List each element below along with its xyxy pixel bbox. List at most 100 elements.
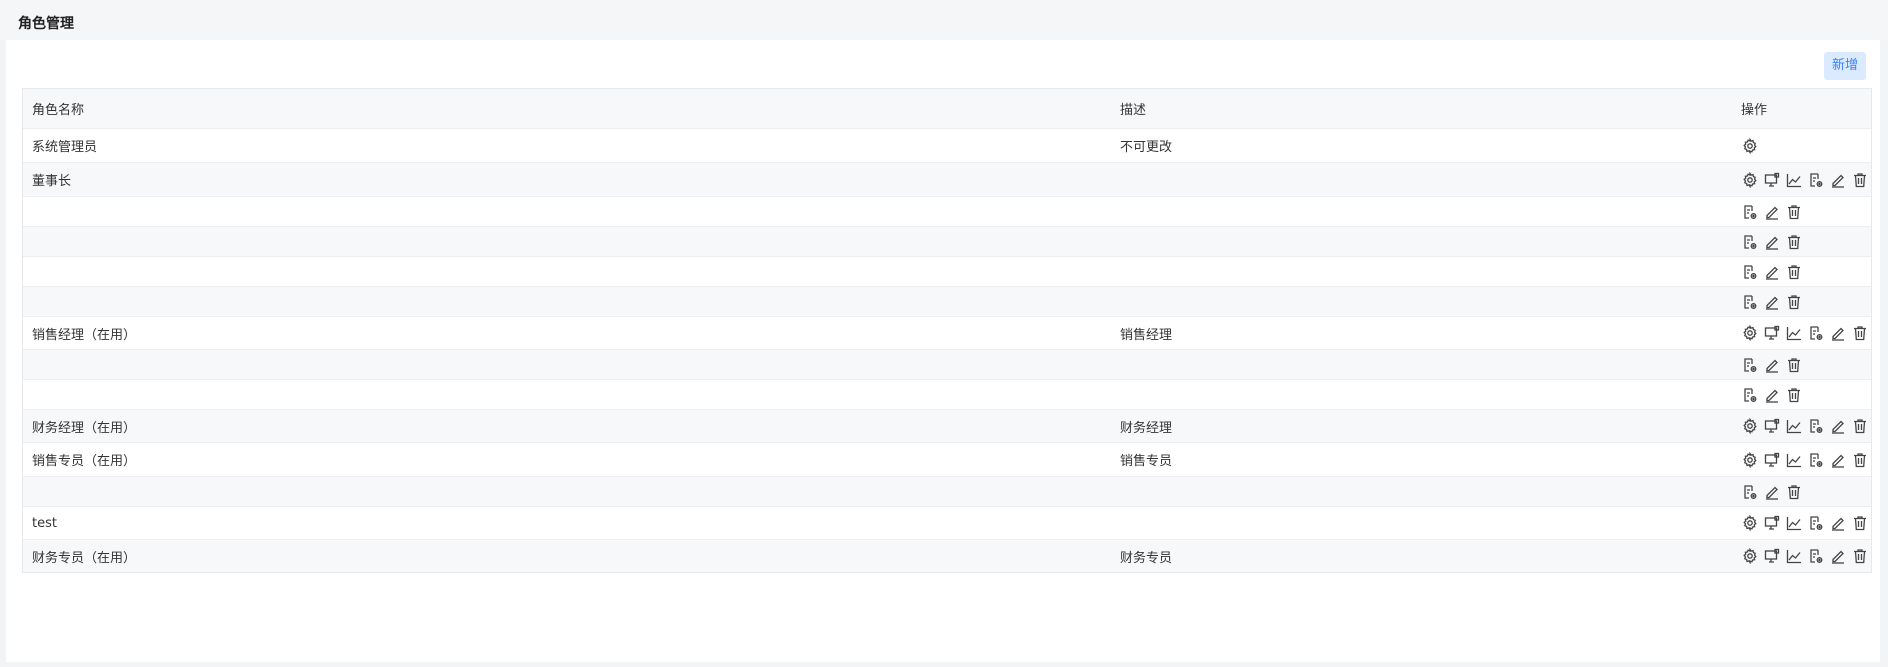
action-icons [1741, 233, 1803, 251]
role-name-cell [32, 477, 1102, 506]
gear-icon[interactable] [1741, 451, 1759, 469]
monitor-icon[interactable] [1763, 451, 1781, 469]
page-header: 角色管理 [0, 0, 1888, 40]
line-chart-icon[interactable] [1785, 324, 1803, 342]
table-body: 系统管理员 不可更改 董事长 销售经理（在用） 销售经理 财务经理（在用） 财务经理 销售专员… [23, 129, 1871, 572]
edit-icon[interactable] [1829, 451, 1847, 469]
role-description-cell [1120, 380, 1720, 409]
gear-icon[interactable] [1741, 514, 1759, 532]
table-row: 财务专员（在用） 财务专员 [23, 540, 1871, 572]
table-row: 系统管理员 不可更改 [23, 129, 1871, 163]
action-icons [1741, 514, 1869, 532]
doc-view-icon[interactable] [1807, 547, 1825, 565]
role-name-cell [32, 197, 1102, 226]
edit-icon[interactable] [1763, 233, 1781, 251]
doc-view-icon[interactable] [1807, 417, 1825, 435]
delete-icon[interactable] [1785, 233, 1803, 251]
gear-icon[interactable] [1741, 137, 1759, 155]
doc-view-icon[interactable] [1807, 324, 1825, 342]
edit-icon[interactable] [1763, 293, 1781, 311]
line-chart-icon[interactable] [1785, 417, 1803, 435]
role-description-cell [1120, 507, 1720, 539]
monitor-icon[interactable] [1763, 417, 1781, 435]
delete-icon[interactable] [1785, 356, 1803, 374]
doc-view-icon[interactable] [1807, 451, 1825, 469]
edit-icon[interactable] [1829, 324, 1847, 342]
table-row: 财务经理（在用） 财务经理 [23, 410, 1871, 443]
delete-icon[interactable] [1785, 483, 1803, 501]
doc-view-icon[interactable] [1741, 203, 1759, 221]
role-name-cell [32, 287, 1102, 316]
gear-icon[interactable] [1741, 171, 1759, 189]
action-icons [1741, 451, 1869, 469]
actions-cell [1741, 443, 1871, 476]
doc-view-icon[interactable] [1807, 171, 1825, 189]
doc-view-icon[interactable] [1741, 293, 1759, 311]
delete-icon[interactable] [1785, 293, 1803, 311]
monitor-icon[interactable] [1763, 324, 1781, 342]
doc-view-icon[interactable] [1807, 514, 1825, 532]
edit-icon[interactable] [1763, 386, 1781, 404]
doc-view-icon[interactable] [1741, 386, 1759, 404]
role-description-cell [1120, 257, 1720, 286]
monitor-icon[interactable] [1763, 171, 1781, 189]
column-header-actions: 操作 [1741, 103, 1768, 118]
line-chart-icon[interactable] [1785, 171, 1803, 189]
line-chart-icon[interactable] [1785, 514, 1803, 532]
doc-view-icon[interactable] [1741, 483, 1759, 501]
role-description-cell [1120, 477, 1720, 506]
actions-cell [1741, 227, 1871, 256]
role-description-cell [1120, 350, 1720, 379]
doc-view-icon[interactable] [1741, 263, 1759, 281]
delete-icon[interactable] [1785, 386, 1803, 404]
role-description-cell: 财务专员 [1120, 550, 1173, 566]
edit-icon[interactable] [1763, 356, 1781, 374]
delete-icon[interactable] [1851, 417, 1869, 435]
action-icons [1741, 417, 1869, 435]
add-button[interactable]: 新增 [1823, 52, 1866, 80]
doc-view-icon[interactable] [1741, 356, 1759, 374]
edit-icon[interactable] [1763, 483, 1781, 501]
actions-cell [1741, 477, 1871, 506]
table-row [23, 257, 1871, 287]
delete-icon[interactable] [1851, 451, 1869, 469]
delete-icon[interactable] [1851, 514, 1869, 532]
role-description-cell [1120, 197, 1720, 226]
gear-icon[interactable] [1741, 324, 1759, 342]
action-icons [1741, 483, 1803, 501]
table-row [23, 197, 1871, 227]
edit-icon[interactable] [1829, 171, 1847, 189]
delete-icon[interactable] [1851, 171, 1869, 189]
role-name-cell: 销售专员（在用） [32, 454, 137, 469]
delete-icon[interactable] [1851, 324, 1869, 342]
edit-icon[interactable] [1829, 547, 1847, 565]
role-name-cell [32, 350, 1102, 379]
table-row [23, 477, 1871, 507]
page-title: 角色管理 [18, 16, 74, 32]
delete-icon[interactable] [1785, 203, 1803, 221]
actions-cell [1741, 197, 1871, 226]
gear-icon[interactable] [1741, 417, 1759, 435]
actions-cell [1741, 540, 1871, 572]
gear-icon[interactable] [1741, 547, 1759, 565]
actions-cell [1741, 507, 1871, 539]
delete-icon[interactable] [1851, 547, 1869, 565]
actions-cell [1741, 410, 1871, 442]
monitor-icon[interactable] [1763, 514, 1781, 532]
role-name-cell: 销售经理（在用） [32, 327, 137, 343]
delete-icon[interactable] [1785, 263, 1803, 281]
role-description-cell: 销售经理 [1120, 327, 1173, 343]
line-chart-icon[interactable] [1785, 547, 1803, 565]
action-icons [1741, 263, 1803, 281]
edit-icon[interactable] [1763, 203, 1781, 221]
edit-icon[interactable] [1829, 514, 1847, 532]
line-chart-icon[interactable] [1785, 451, 1803, 469]
edit-icon[interactable] [1829, 417, 1847, 435]
table-row [23, 350, 1871, 380]
role-name-cell: 系统管理员 [32, 140, 98, 155]
edit-icon[interactable] [1763, 263, 1781, 281]
table-row: test [23, 507, 1871, 540]
role-name-cell [32, 227, 1102, 256]
doc-view-icon[interactable] [1741, 233, 1759, 251]
monitor-icon[interactable] [1763, 547, 1781, 565]
